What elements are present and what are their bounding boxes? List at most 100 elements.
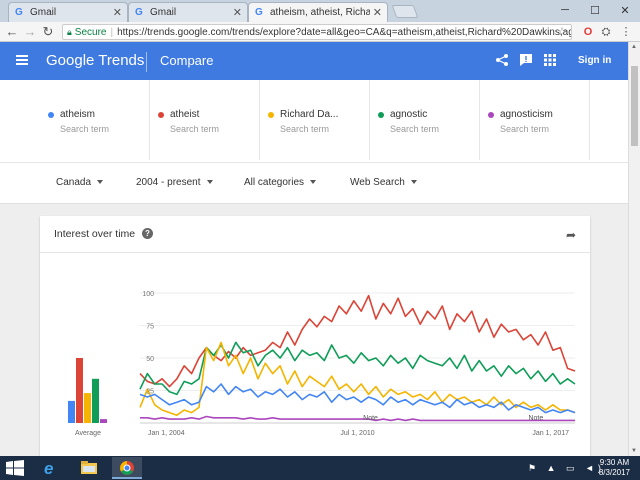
close-tab-icon[interactable]: ✕ <box>233 6 242 19</box>
secure-label: Secure <box>74 26 107 38</box>
region-dropdown[interactable]: Canada <box>56 177 104 188</box>
apps-grid-icon[interactable] <box>542 53 558 69</box>
average-label: Average <box>75 430 101 437</box>
time-range-dropdown[interactable]: 2004 - present <box>136 177 213 188</box>
search-term-agnostic[interactable]: agnostic Search term <box>370 80 480 160</box>
file-explorer-icon[interactable] <box>74 457 104 479</box>
browser-menu-icon[interactable]: ⋮ <box>618 25 634 39</box>
opera-extension-icon[interactable]: O <box>580 25 596 39</box>
reload-icon[interactable]: ↻ <box>40 23 56 41</box>
series-color-dot <box>158 112 164 118</box>
new-tab-button[interactable] <box>391 5 419 18</box>
windows-taskbar: e ⚑ ▲ ▭ ◄) 9:30 AM 8/3/2017 <box>0 456 640 480</box>
series-line <box>139 341 576 416</box>
interest-over-time-chart: Average 100 75 50 25 Jan 1, 2004 Jul 1, 2010 J… <box>68 291 576 437</box>
average-bar-chart: Average <box>68 358 107 437</box>
share-icon[interactable] <box>494 53 510 69</box>
google-g-icon: G <box>255 6 263 18</box>
search-type-value: Web Search <box>350 177 405 188</box>
interest-over-time-card: Interest over time ? ➦ Average 100 75 50 25… <box>40 216 590 456</box>
bookmark-star-icon[interactable]: ☆ <box>557 25 567 38</box>
search-term-name: Richard Da... <box>280 109 339 120</box>
close-window-icon[interactable]: ✕ <box>610 0 640 20</box>
search-term-richard-dawkins[interactable]: Richard Da... Search term <box>260 80 370 160</box>
search-term-type: Search term <box>390 124 440 134</box>
internet-explorer-icon[interactable]: e <box>36 457 66 479</box>
search-term-name: atheism <box>60 109 96 120</box>
region-value: Canada <box>56 177 92 188</box>
series-line <box>139 294 576 388</box>
lock-icon: 🔒︎ <box>67 26 72 37</box>
svg-text:e: e <box>44 459 53 478</box>
search-term-atheist[interactable]: atheist Search term <box>150 80 260 160</box>
category-value: All categories <box>244 177 305 188</box>
scrollbar-thumb[interactable] <box>631 66 638 146</box>
scroll-up-icon[interactable]: ▲ <box>631 44 637 50</box>
search-term-type: Search term <box>60 124 110 134</box>
window-controls: ─ ☐ ✕ <box>550 0 640 20</box>
search-term-atheism[interactable]: atheism Search term <box>40 80 150 160</box>
dropdown-caret-icon <box>410 180 417 185</box>
trends-header: Google Trends Compare Sign in <box>0 42 628 80</box>
search-term-agnosticism[interactable]: agnosticism Search term <box>480 80 590 160</box>
note-marker: Note <box>363 415 378 422</box>
extension-icon[interactable]: ⛭ <box>598 25 614 39</box>
series-color-dot <box>378 112 384 118</box>
minimize-icon[interactable]: ─ <box>550 0 580 20</box>
dropdown-caret-icon <box>310 180 317 185</box>
scroll-down-icon[interactable]: ▼ <box>631 448 637 454</box>
feedback-icon[interactable] <box>518 53 534 69</box>
y-tick-label: 50 <box>146 356 154 363</box>
search-terms-bar: atheism Search term atheist Search term … <box>0 80 628 162</box>
google-g-icon: G <box>135 6 143 18</box>
browser-tab[interactable]: G Gmail ✕ <box>128 2 248 22</box>
browser-tab[interactable]: G Gmail ✕ <box>8 2 128 22</box>
google-g-icon: G <box>15 6 23 18</box>
average-bar <box>84 393 91 423</box>
forward-icon[interactable]: → <box>22 23 38 41</box>
series-color-dot <box>268 112 274 118</box>
series-line <box>139 341 576 396</box>
series-color-dot <box>48 112 54 118</box>
browser-tab-active[interactable]: G atheism, atheist, Richard ✕ <box>248 2 388 22</box>
close-tab-icon[interactable]: ✕ <box>373 6 382 19</box>
chrome-taskbar-icon[interactable] <box>112 457 142 479</box>
category-dropdown[interactable]: All categories <box>244 177 317 188</box>
search-type-dropdown[interactable]: Web Search <box>350 177 417 188</box>
share-arrow-icon[interactable]: ➦ <box>566 228 576 242</box>
card-title: Interest over time <box>54 228 136 240</box>
page-scrollbar[interactable]: ▲ ▼ <box>628 42 640 456</box>
search-term-type: Search term <box>280 124 330 134</box>
header-divider <box>146 52 147 72</box>
address-bar[interactable]: 🔒︎ Secure | https://trends.google.com/tr… <box>62 24 572 40</box>
tab-label: Gmail <box>30 7 57 18</box>
browser-tab-strip: G Gmail ✕ G Gmail ✕ G atheism, atheist, … <box>0 0 640 22</box>
google-trends-logo[interactable]: Google Trends <box>46 52 144 69</box>
system-tray-icons[interactable]: ⚑ ▲ ▭ ◄) <box>528 463 605 474</box>
average-bar <box>68 400 75 423</box>
close-tab-icon[interactable]: ✕ <box>113 6 122 19</box>
windows-start-icon[interactable] <box>6 460 24 476</box>
tab-label: Gmail <box>150 7 177 18</box>
help-icon[interactable]: ? <box>142 228 153 239</box>
search-term-name: agnosticism <box>500 109 553 120</box>
series-line <box>140 415 575 422</box>
average-bar <box>92 378 99 423</box>
clock-date: 8/3/2017 <box>598 468 630 477</box>
url-separator: | <box>110 26 114 38</box>
hamburger-menu-icon[interactable] <box>16 55 28 65</box>
y-tick-label: 75 <box>146 324 154 331</box>
maximize-icon[interactable]: ☐ <box>580 0 610 20</box>
tab-label: atheism, atheist, Richard <box>270 7 370 18</box>
system-clock[interactable]: 9:30 AM 8/3/2017 <box>599 458 630 478</box>
time-range-value: 2004 - present <box>136 177 201 188</box>
note-marker: Note <box>528 415 543 422</box>
signin-button[interactable]: Sign in <box>578 55 611 66</box>
filters-bar: Canada 2004 - present All categories Web… <box>0 162 628 204</box>
series-color-dot <box>488 112 494 118</box>
search-term-type: Search term <box>170 124 220 134</box>
x-axis-label: Jul 1, 2010 <box>340 430 374 437</box>
search-term-type: Search term <box>500 124 550 134</box>
search-term-name: atheist <box>170 109 200 120</box>
back-icon[interactable]: ← <box>4 23 20 41</box>
